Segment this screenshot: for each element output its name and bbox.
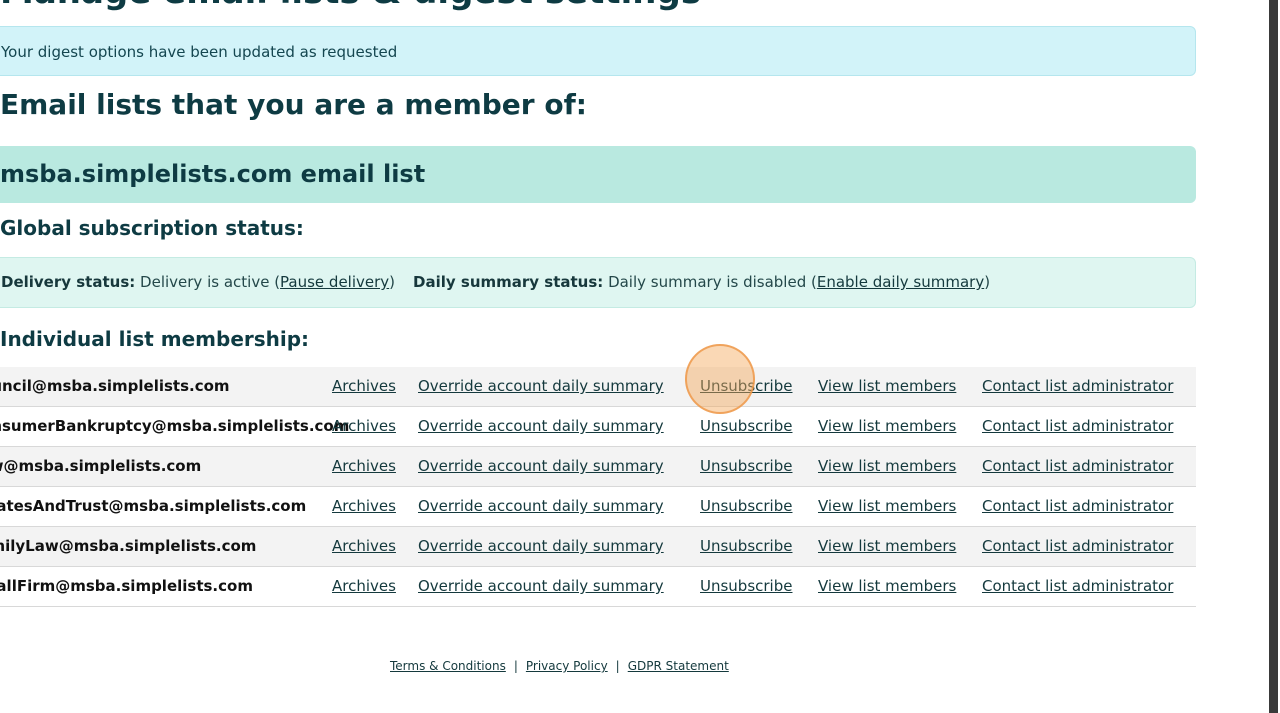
page-title: Manage email lists & digest settings — [0, 0, 701, 12]
archives-link[interactable]: Archives — [332, 367, 396, 406]
view-members-link[interactable]: View list members — [818, 407, 956, 446]
override-summary-link[interactable]: Override account daily summary — [418, 487, 664, 526]
archives-link[interactable]: Archives — [332, 487, 396, 526]
list-email: Law@msba.simplelists.com — [0, 457, 202, 475]
list-email: SmallFirm@msba.simplelists.com — [0, 577, 253, 595]
delivery-status-label: Delivery status: — [1, 273, 136, 291]
contact-admin-link[interactable]: Contact list administrator — [982, 527, 1173, 566]
subscription-status-box: Delivery status: Delivery is active (Pau… — [0, 257, 1196, 308]
unsubscribe-link[interactable]: Unsubscribe — [700, 447, 792, 486]
override-summary-link[interactable]: Override account daily summary — [418, 407, 664, 446]
list-email: ConsumerBankruptcy@msba.simplelists.com — [0, 417, 350, 435]
footer-separator: | — [615, 659, 620, 673]
unsubscribe-link[interactable]: Unsubscribe — [700, 567, 792, 606]
footer-separator: | — [513, 659, 518, 673]
enable-daily-summary-link[interactable]: Enable daily summary — [817, 273, 984, 291]
scrollbar[interactable] — [1266, 0, 1280, 713]
unsubscribe-link[interactable]: Unsubscribe — [700, 367, 792, 406]
table-row: FamilyLaw@msba.simplelists.com Archives … — [0, 527, 1196, 567]
unsubscribe-link[interactable]: Unsubscribe — [700, 527, 792, 566]
lists-heading: Email lists that you are a member of: — [0, 88, 587, 121]
override-summary-link[interactable]: Override account daily summary — [418, 367, 664, 406]
table-row: SmallFirm@msba.simplelists.com Archives … — [0, 567, 1196, 607]
footer-links: Terms & Conditions | Privacy Policy | GDPR S… — [390, 659, 729, 673]
override-summary-link[interactable]: Override account daily summary — [418, 447, 664, 486]
individual-membership-heading: Individual list membership: — [0, 327, 310, 351]
view-members-link[interactable]: View list members — [818, 487, 956, 526]
alert-text: Your digest options have been updated as… — [1, 43, 398, 61]
list-banner: msba.simplelists.com email list — [0, 146, 1196, 203]
unsubscribe-link[interactable]: Unsubscribe — [700, 407, 792, 446]
archives-link[interactable]: Archives — [332, 447, 396, 486]
success-alert: Your digest options have been updated as… — [0, 26, 1196, 76]
list-email: FamilyLaw@msba.simplelists.com — [0, 537, 257, 555]
list-email: EstatesAndTrust@msba.simplelists.com — [0, 497, 307, 515]
privacy-link[interactable]: Privacy Policy — [526, 659, 608, 673]
membership-table: Council@msba.simplelists.com Archives Ov… — [0, 367, 1196, 607]
view-members-link[interactable]: View list members — [818, 527, 956, 566]
archives-link[interactable]: Archives — [332, 527, 396, 566]
scrollbar-thumb[interactable] — [1269, 0, 1278, 713]
subscription-status-heading: Global subscription status: — [0, 216, 304, 240]
view-members-link[interactable]: View list members — [818, 367, 956, 406]
table-row: EstatesAndTrust@msba.simplelists.com Arc… — [0, 487, 1196, 527]
table-row: ConsumerBankruptcy@msba.simplelists.com … — [0, 407, 1196, 447]
unsubscribe-link[interactable]: Unsubscribe — [700, 487, 792, 526]
view-members-link[interactable]: View list members — [818, 567, 956, 606]
archives-link[interactable]: Archives — [332, 567, 396, 606]
summary-status-text: Daily summary is disabled — [608, 273, 807, 291]
delivery-status-text: Delivery is active — [140, 273, 270, 291]
list-email: Council@msba.simplelists.com — [0, 377, 230, 395]
terms-link[interactable]: Terms & Conditions — [390, 659, 506, 673]
pause-delivery-link[interactable]: Pause delivery — [280, 273, 389, 291]
archives-link[interactable]: Archives — [332, 407, 396, 446]
contact-admin-link[interactable]: Contact list administrator — [982, 367, 1173, 406]
view-members-link[interactable]: View list members — [818, 447, 956, 486]
contact-admin-link[interactable]: Contact list administrator — [982, 487, 1173, 526]
contact-admin-link[interactable]: Contact list administrator — [982, 407, 1173, 446]
contact-admin-link[interactable]: Contact list administrator — [982, 567, 1173, 606]
page-content: Manage email lists & digest settings You… — [0, 0, 1266, 713]
summary-status-label: Daily summary status: — [413, 273, 604, 291]
override-summary-link[interactable]: Override account daily summary — [418, 567, 664, 606]
table-row: Law@msba.simplelists.com Archives Overri… — [0, 447, 1196, 487]
gdpr-link[interactable]: GDPR Statement — [628, 659, 729, 673]
contact-admin-link[interactable]: Contact list administrator — [982, 447, 1173, 486]
table-row: Council@msba.simplelists.com Archives Ov… — [0, 367, 1196, 407]
override-summary-link[interactable]: Override account daily summary — [418, 527, 664, 566]
